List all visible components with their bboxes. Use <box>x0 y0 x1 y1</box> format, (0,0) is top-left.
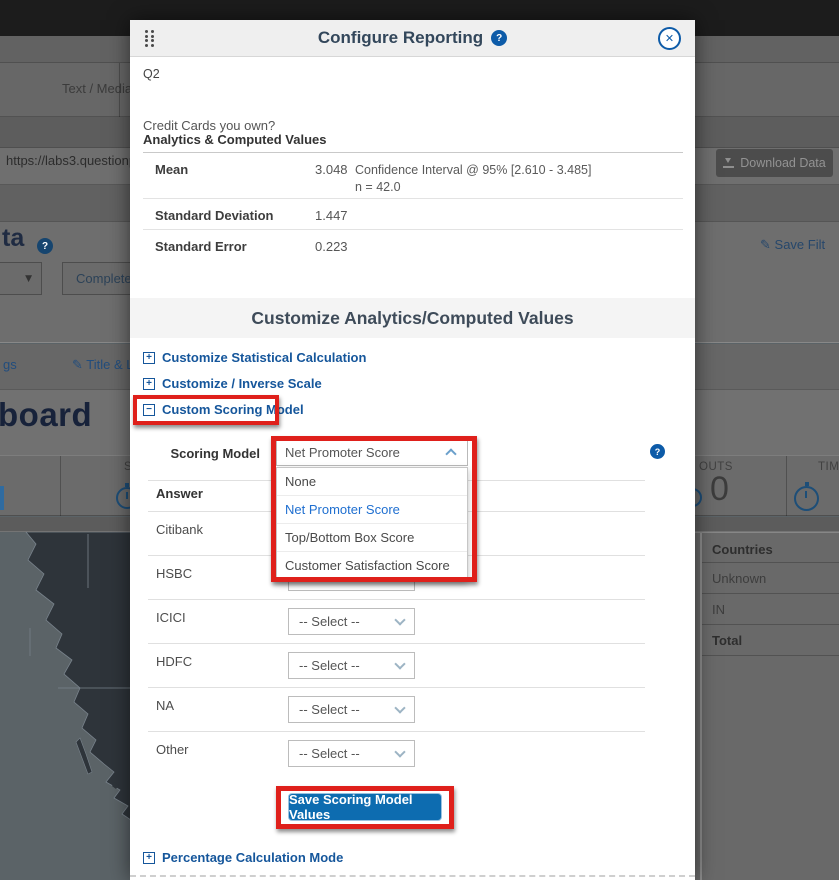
stat-note: Confidence Interval @ 95% [2.610 - 3.485… <box>355 162 591 196</box>
stat-divider <box>60 456 61 516</box>
help-icon[interactable]: ? <box>37 238 53 254</box>
stat-accent-bar <box>0 486 4 510</box>
select-value: -- Select -- <box>299 702 360 717</box>
expand-icon <box>143 852 155 864</box>
annotation-box-save-button <box>276 786 454 829</box>
analytics-heading: Analytics & Computed Values <box>143 132 327 147</box>
drag-handle-icon[interactable] <box>145 30 156 47</box>
tab-settings-fragment[interactable]: gs <box>3 357 17 372</box>
close-icon[interactable]: ✕ <box>658 27 681 50</box>
chevron-down-icon <box>394 614 405 625</box>
table-row: IN <box>702 594 839 625</box>
countries-table: Countries Unknown IN Total <box>695 532 839 880</box>
modal-title: Configure Reporting <box>318 28 483 48</box>
save-filter-label: Save Filt <box>775 237 826 252</box>
section-divider <box>130 875 695 877</box>
chevron-down-icon <box>394 658 405 669</box>
section-label: Customize / Inverse Scale <box>162 376 322 391</box>
table-row: Unknown <box>702 563 839 594</box>
help-icon[interactable]: ? <box>491 30 507 46</box>
annotation-box-dropdown <box>271 436 477 582</box>
table-row: Standard Deviation 1.447 <box>143 198 683 229</box>
stat-label: Standard Error <box>143 230 683 254</box>
chevron-down-icon <box>394 746 405 757</box>
section-label: Percentage Calculation Mode <box>162 850 343 865</box>
stat-value: 3.048 <box>315 162 348 177</box>
countries-total-row: Total <box>702 625 839 656</box>
table-row: Mean 3.048 Confidence Interval @ 95% [2.… <box>143 153 683 198</box>
select-value: -- Select -- <box>299 746 360 761</box>
sample-size: n = 42.0 <box>355 179 591 196</box>
section-customize-inverse-scale[interactable]: Customize / Inverse Scale <box>143 376 322 391</box>
customize-heading: Customize Analytics/Computed Values <box>130 298 695 338</box>
stopwatch-icon <box>794 486 819 511</box>
pencil-icon: ✎ <box>760 238 771 253</box>
title-logo-label: Title & L <box>86 357 133 372</box>
section-label: Customize Statistical Calculation <box>162 350 366 365</box>
confidence-interval: Confidence Interval @ 95% [2.610 - 3.485… <box>355 162 591 179</box>
dashboard-heading-fragment: board <box>0 396 92 434</box>
download-data-button[interactable]: Download Data <box>716 149 833 177</box>
countries-header: Countries <box>702 533 839 563</box>
survey-url-link[interactable]: https://labs3.questionpr <box>6 153 140 168</box>
stat-value: 0.223 <box>315 239 348 254</box>
chevron-down-icon <box>394 702 405 713</box>
world-map <box>0 532 135 880</box>
section-customize-statistical[interactable]: Customize Statistical Calculation <box>143 350 366 365</box>
menu-divider <box>119 63 120 117</box>
help-icon[interactable]: ? <box>650 444 665 459</box>
section-percentage-calculation-mode[interactable]: Percentage Calculation Mode <box>143 850 343 865</box>
table-row: ICICI -- Select -- <box>148 599 645 643</box>
question-text: Credit Cards you own? <box>143 118 275 133</box>
expand-icon <box>143 352 155 364</box>
stat-value: 1.447 <box>315 208 348 223</box>
stat-label: Standard Deviation <box>143 199 683 223</box>
select-value: -- Select -- <box>299 614 360 629</box>
table-accent-strip <box>700 533 702 880</box>
dropouts-value: 0 <box>710 470 729 509</box>
select-value: -- Select -- <box>299 658 360 673</box>
time-label-fragment: TIM <box>818 461 839 473</box>
stat-divider <box>786 456 787 516</box>
screen: Text / Media ▼ https://labs3.questionpr D… <box>0 0 839 880</box>
caret-down-icon: ▼ <box>25 274 32 284</box>
question-code: Q2 <box>143 67 160 81</box>
download-data-label: Download Data <box>740 156 825 170</box>
title-logo-tab[interactable]: ✎ Title & L <box>72 357 134 373</box>
table-row: Standard Error 0.223 <box>143 229 683 259</box>
data-heading-fragment: ta <box>2 224 24 253</box>
answer-select-icici[interactable]: -- Select -- <box>288 608 415 635</box>
download-icon <box>723 158 734 168</box>
table-row: NA -- Select -- <box>148 687 645 731</box>
analytics-stats-table: Mean 3.048 Confidence Interval @ 95% [2.… <box>143 152 683 259</box>
scoring-model-label: Scoring Model <box>150 446 260 461</box>
expand-icon <box>143 378 155 390</box>
answer-select-hdfc[interactable]: -- Select -- <box>288 652 415 679</box>
save-filter-link[interactable]: ✎ Save Filt <box>760 237 825 253</box>
annotation-box-scoring-section <box>133 395 279 425</box>
modal-header: Configure Reporting ? ✕ <box>130 20 695 57</box>
answer-select-na[interactable]: -- Select -- <box>288 696 415 723</box>
table-row: Other -- Select -- <box>148 731 645 775</box>
answer-select-other[interactable]: -- Select -- <box>288 740 415 767</box>
table-row: HDFC -- Select -- <box>148 643 645 687</box>
pencil-icon: ✎ <box>72 358 83 373</box>
configure-reporting-modal: Configure Reporting ? ✕ Q2 Credit Cards … <box>130 20 695 880</box>
text-media-menu-label: Text / Media <box>62 81 132 96</box>
view-filter-dropdown[interactable]: ▼ <box>0 262 42 295</box>
